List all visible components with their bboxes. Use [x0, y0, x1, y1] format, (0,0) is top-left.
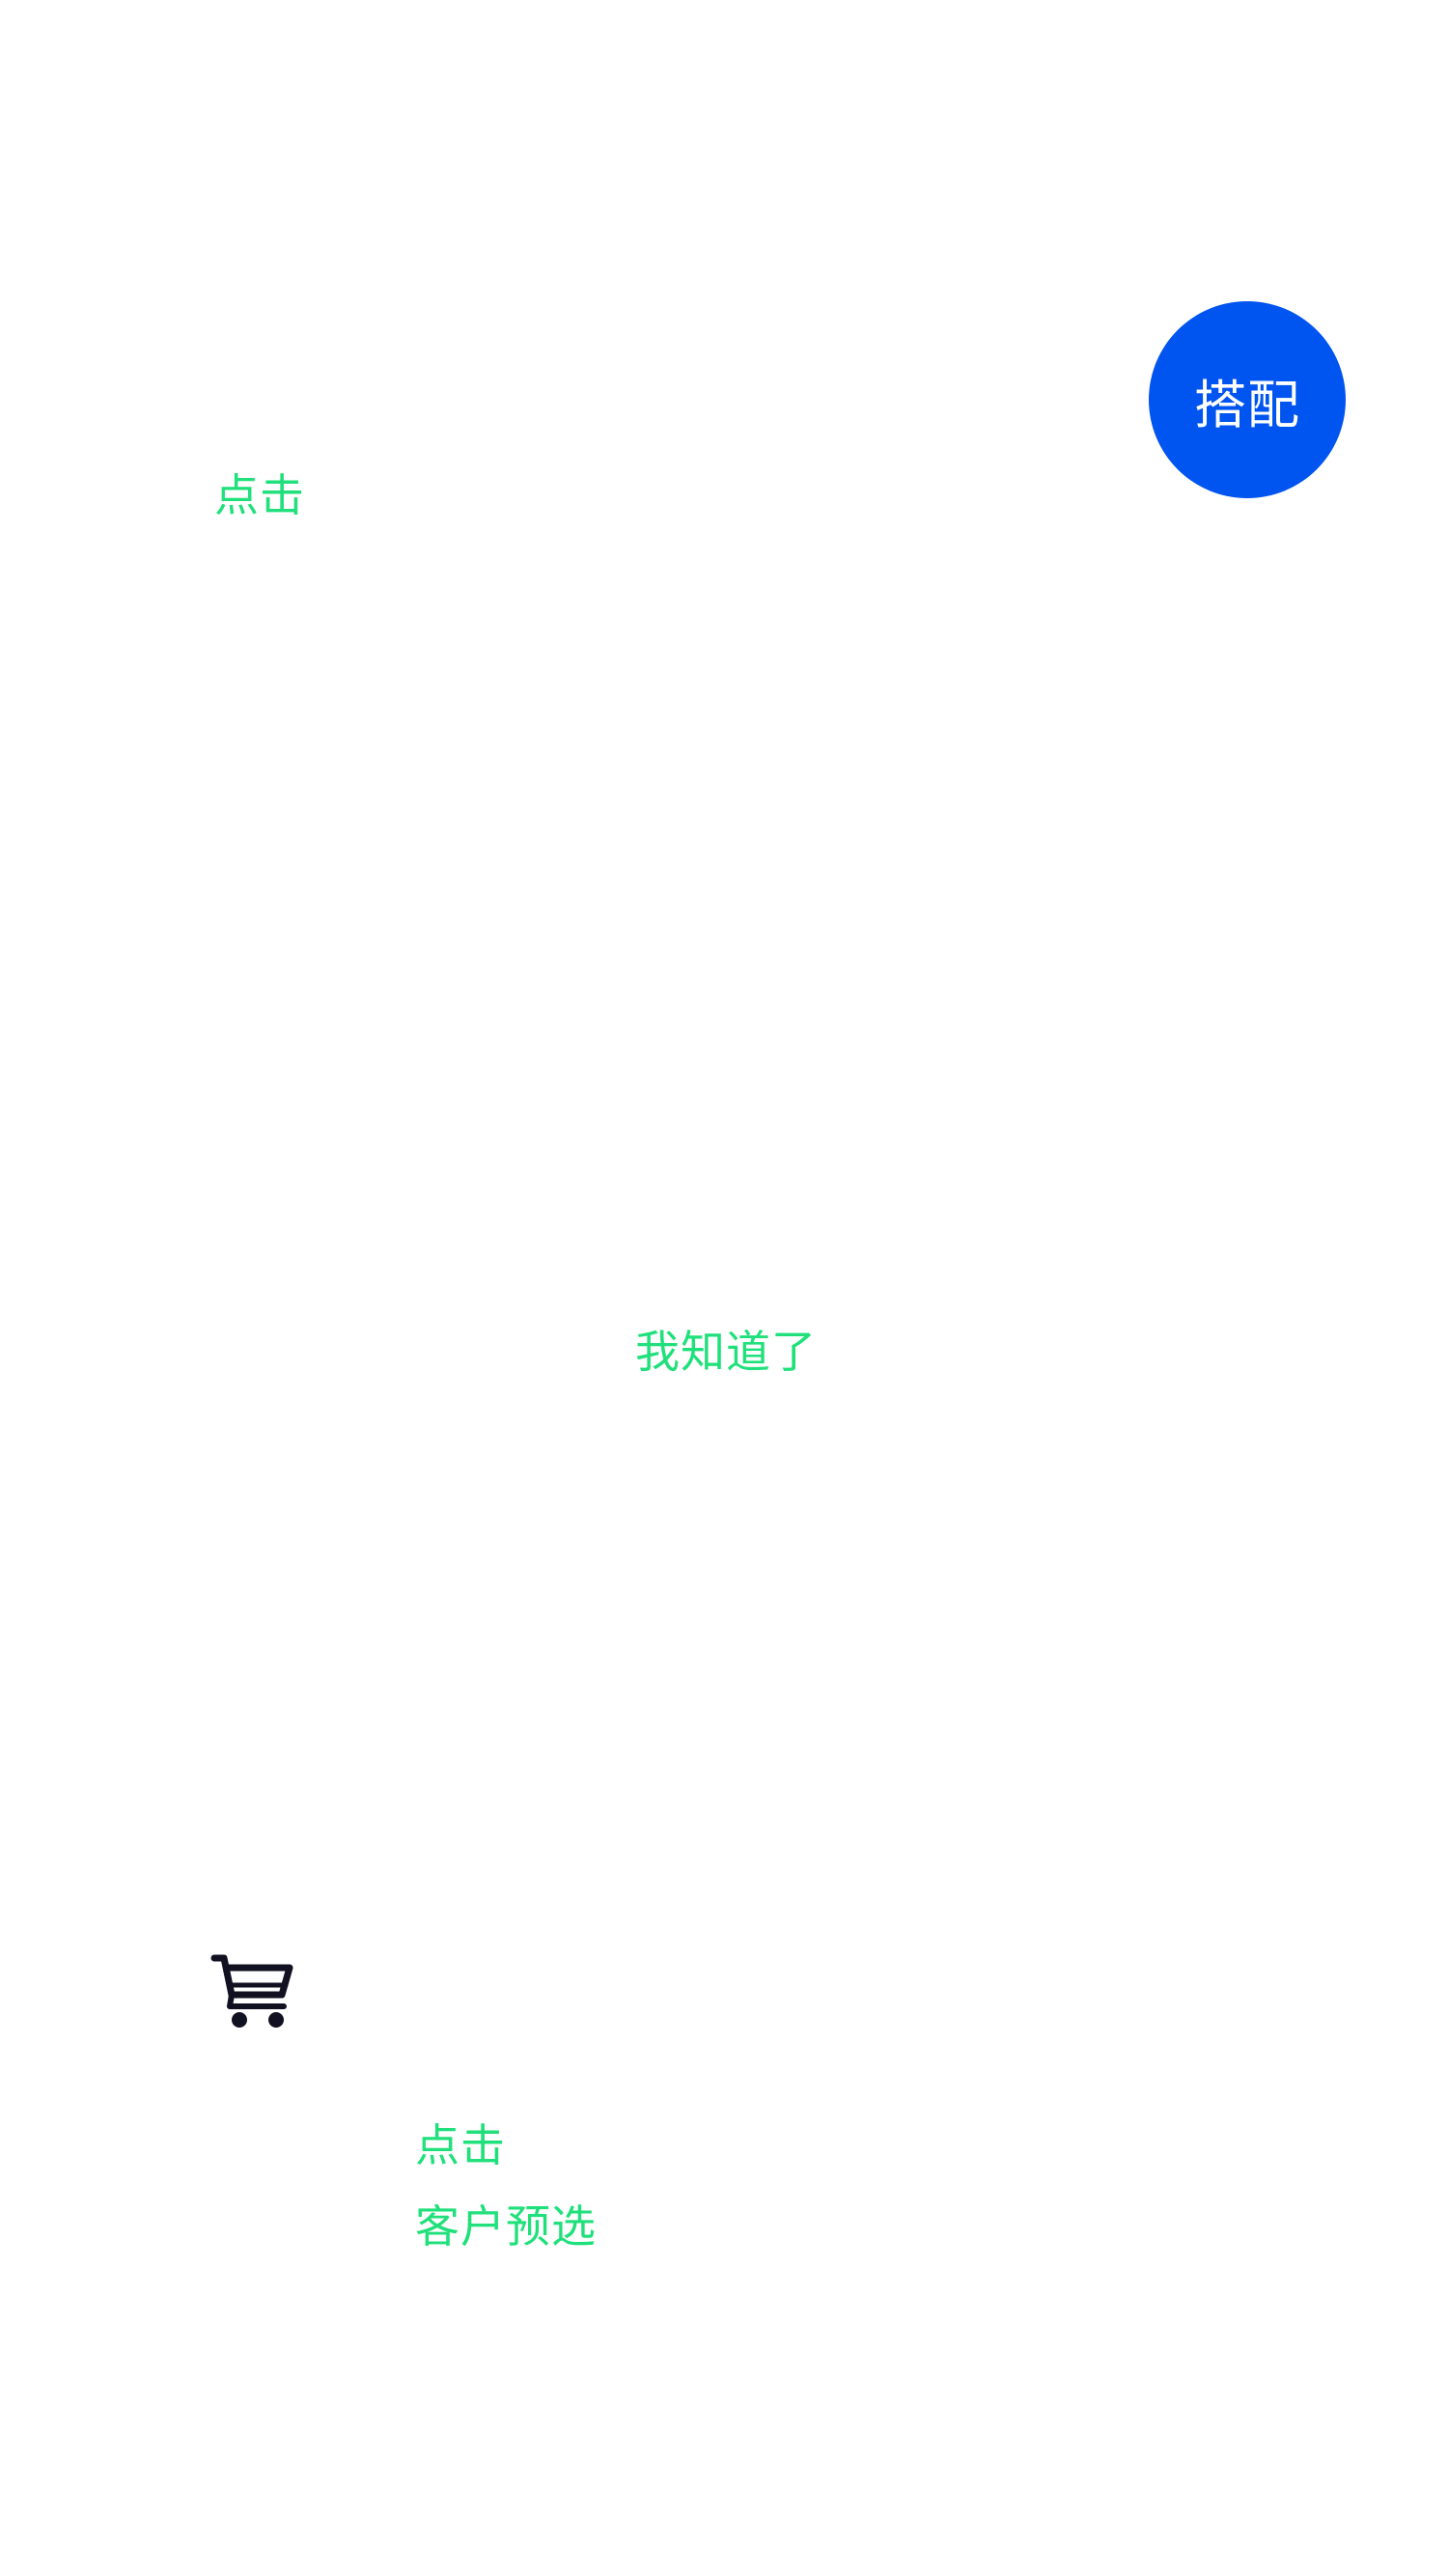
shopping-cart-icon[interactable] [210, 1952, 297, 2030]
got-it-button[interactable]: 我知道了 [635, 1328, 817, 1377]
guide-hint-top: 点击 [214, 469, 305, 521]
match-button[interactable]: 搭配 [1149, 301, 1346, 498]
match-button-label: 搭配 [1194, 374, 1300, 435]
guide-hint-bottom-line2: 客户预选 [415, 2200, 597, 2253]
guide-hint-bottom-line1: 点击 [415, 2119, 506, 2171]
